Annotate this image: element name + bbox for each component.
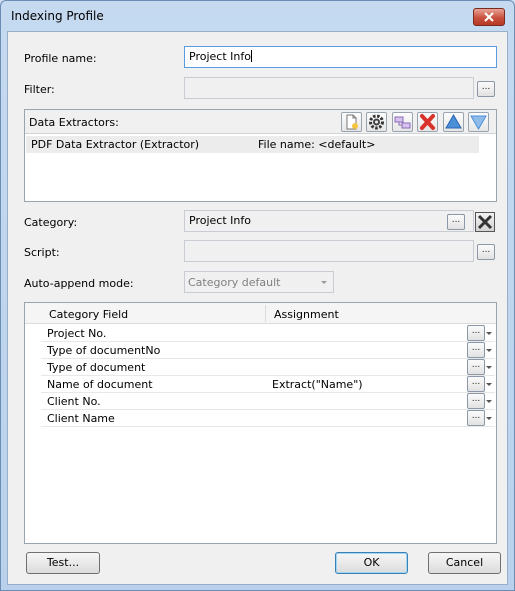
assignment-browse-button[interactable]: ...: [467, 342, 485, 358]
table-row[interactable]: Type of documentNo ...: [41, 342, 495, 359]
table-row[interactable]: Type of document ...: [41, 359, 495, 376]
text-caret: [250, 50, 252, 62]
table-row[interactable]: Project No. ...: [41, 325, 495, 342]
category-field-cell: Name of document: [47, 378, 153, 391]
clear-category-button[interactable]: [475, 212, 495, 232]
close-icon: [477, 214, 493, 230]
category-label: Category:: [24, 216, 78, 229]
chevron-down-icon[interactable]: [486, 332, 492, 335]
category-field-cell: Client No.: [47, 395, 101, 408]
chevron-down-icon[interactable]: [486, 366, 492, 369]
category-field-cell: Type of document: [47, 361, 146, 374]
link-icon: [394, 116, 411, 129]
category-input[interactable]: Project Info: [184, 210, 474, 232]
category-field-cell: Type of documentNo: [47, 344, 161, 357]
list-item[interactable]: PDF Data Extractor (Extractor) File name…: [26, 136, 479, 153]
assignment-cell: Extract("Name"): [272, 378, 363, 391]
filter-label: Filter:: [24, 83, 55, 96]
dialog-body: Profile name: Project Info Filter: ... D…: [7, 31, 508, 585]
auto-append-label: Auto-append mode:: [24, 277, 134, 290]
auto-append-select[interactable]: Category default: [184, 271, 334, 293]
indexing-profile-window: Indexing Profile Profile name: Project I…: [0, 0, 515, 591]
data-extractors-header: Data Extractors:: [25, 110, 496, 134]
chevron-down-icon[interactable]: [486, 383, 492, 386]
filter-input[interactable]: [184, 77, 474, 99]
configure-extractor-button[interactable]: [366, 112, 387, 132]
ok-button[interactable]: OK: [335, 552, 408, 574]
chevron-down-icon[interactable]: [486, 400, 492, 403]
category-field-cell: Project No.: [47, 327, 107, 340]
assignment-browse-button[interactable]: ...: [467, 359, 485, 375]
extractor-file: File name: <default>: [258, 138, 376, 151]
move-down-icon: [470, 115, 487, 131]
close-button[interactable]: [473, 8, 505, 26]
data-extractors-panel: Data Extractors: PDF Data Extractor (Ext…: [24, 109, 497, 202]
link-extractor-button[interactable]: [392, 112, 413, 132]
column-header-category-field[interactable]: Category Field: [49, 308, 128, 321]
script-browse-button[interactable]: ...: [477, 244, 495, 260]
script-label: Script:: [24, 246, 60, 259]
extractor-list: PDF Data Extractor (Extractor) File name…: [26, 135, 495, 201]
title-bar: Indexing Profile: [1, 1, 514, 31]
profile-name-label: Profile name:: [24, 52, 97, 65]
chevron-down-icon[interactable]: [486, 349, 492, 352]
assignment-browse-button[interactable]: ...: [467, 325, 485, 341]
delete-icon: [420, 114, 435, 130]
cancel-button[interactable]: Cancel: [428, 552, 501, 574]
gear-icon: [369, 114, 384, 130]
assignment-browse-button[interactable]: ...: [467, 410, 485, 426]
column-divider: [265, 305, 266, 322]
chevron-down-icon: [321, 281, 327, 284]
category-field-cell: Client Name: [47, 412, 115, 425]
grid-header: Category Field Assignment: [25, 303, 496, 324]
move-up-icon: [445, 113, 462, 129]
column-header-assignment[interactable]: Assignment: [274, 308, 339, 321]
chevron-down-icon[interactable]: [486, 417, 492, 420]
assignment-browse-button[interactable]: ...: [467, 393, 485, 409]
test-button[interactable]: Test...: [26, 552, 100, 574]
table-row[interactable]: Client Name ...: [41, 410, 495, 427]
move-down-button[interactable]: [468, 112, 489, 132]
auto-append-value: Category default: [188, 276, 281, 289]
profile-name-input[interactable]: Project Info: [184, 46, 497, 68]
profile-name-value: Project Info: [189, 50, 251, 63]
new-icon: [346, 114, 358, 130]
delete-extractor-button[interactable]: [417, 112, 438, 132]
category-value: Project Info: [189, 214, 251, 227]
data-extractors-label: Data Extractors:: [29, 116, 119, 129]
window-title: Indexing Profile: [11, 9, 104, 23]
move-up-button[interactable]: [443, 112, 464, 132]
script-input[interactable]: [184, 240, 474, 262]
filter-browse-button[interactable]: ...: [477, 81, 495, 97]
close-icon: [484, 12, 494, 22]
category-browse-button[interactable]: ...: [447, 214, 465, 230]
new-extractor-button[interactable]: [341, 112, 362, 132]
table-row[interactable]: Name of document Extract("Name") ...: [41, 376, 495, 393]
table-row[interactable]: Client No. ...: [41, 393, 495, 410]
extractor-name: PDF Data Extractor (Extractor): [31, 138, 200, 151]
category-field-grid: Category Field Assignment Project No. ..…: [24, 302, 497, 544]
assignment-browse-button[interactable]: ...: [467, 376, 485, 392]
